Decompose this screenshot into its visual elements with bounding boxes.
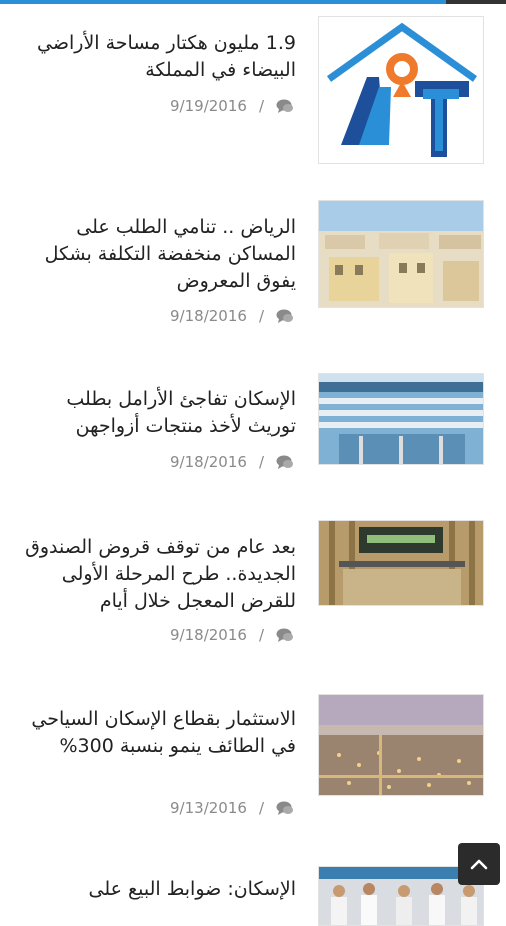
article-meta: 9/18/2016 / (14, 625, 294, 648)
logo-house-icon (319, 17, 483, 163)
article-title[interactable]: الإسكان تفاجئ الأرامل بطلب توريث لأخذ من… (16, 386, 296, 440)
comment-icon (276, 454, 294, 475)
article-title[interactable]: الرياض .. تنامي الطلب على المساكن منخفضة… (16, 214, 296, 295)
progress-bar-dark (446, 0, 506, 4)
office-building-photo (319, 374, 483, 464)
article-title[interactable]: بعد عام من توقف قروض الصندوق الجديدة.. ط… (16, 534, 296, 615)
article-thumbnail[interactable] (318, 373, 484, 465)
article-date: 9/18/2016 (170, 626, 247, 644)
article-meta: 9/13/2016 / (14, 798, 294, 821)
article-title[interactable]: الإسكان: ضوابط البيع على (16, 876, 296, 903)
article-title[interactable]: الاستثمار بقطاع الإسكان السياحي في الطائ… (16, 706, 296, 760)
comment-icon (276, 98, 294, 119)
article-meta: 9/19/2016 / (14, 96, 294, 119)
scroll-to-top-button[interactable] (458, 843, 500, 885)
meta-separator: / (258, 307, 264, 325)
meta-separator: / (258, 626, 264, 644)
article-title[interactable]: 1.9 مليون هكتار مساحة الأراضي البيضاء في… (16, 30, 296, 84)
chevron-up-icon (470, 859, 488, 870)
article-thumbnail[interactable] (318, 200, 484, 308)
meta-separator: / (258, 97, 264, 115)
city-aerial-photo (319, 695, 483, 795)
article-thumbnail[interactable] (318, 16, 484, 164)
article-date: 9/18/2016 (170, 453, 247, 471)
meta-separator: / (258, 799, 264, 817)
article-meta: 9/18/2016 / (14, 452, 294, 475)
article-date: 9/19/2016 (170, 97, 247, 115)
article-date: 9/13/2016 (170, 799, 247, 817)
progress-bar-blue (0, 0, 446, 4)
meta-separator: / (258, 453, 264, 471)
article-meta: 9/18/2016 / (14, 306, 294, 329)
article-thumbnail[interactable] (318, 520, 484, 606)
comment-icon (276, 800, 294, 821)
comment-icon (276, 627, 294, 648)
article-date: 9/18/2016 (170, 307, 247, 325)
top-progress-bar (0, 0, 506, 4)
article-thumbnail[interactable] (318, 694, 484, 796)
residential-buildings-photo (319, 201, 483, 307)
fund-building-photo (319, 521, 483, 605)
comment-icon (276, 308, 294, 329)
